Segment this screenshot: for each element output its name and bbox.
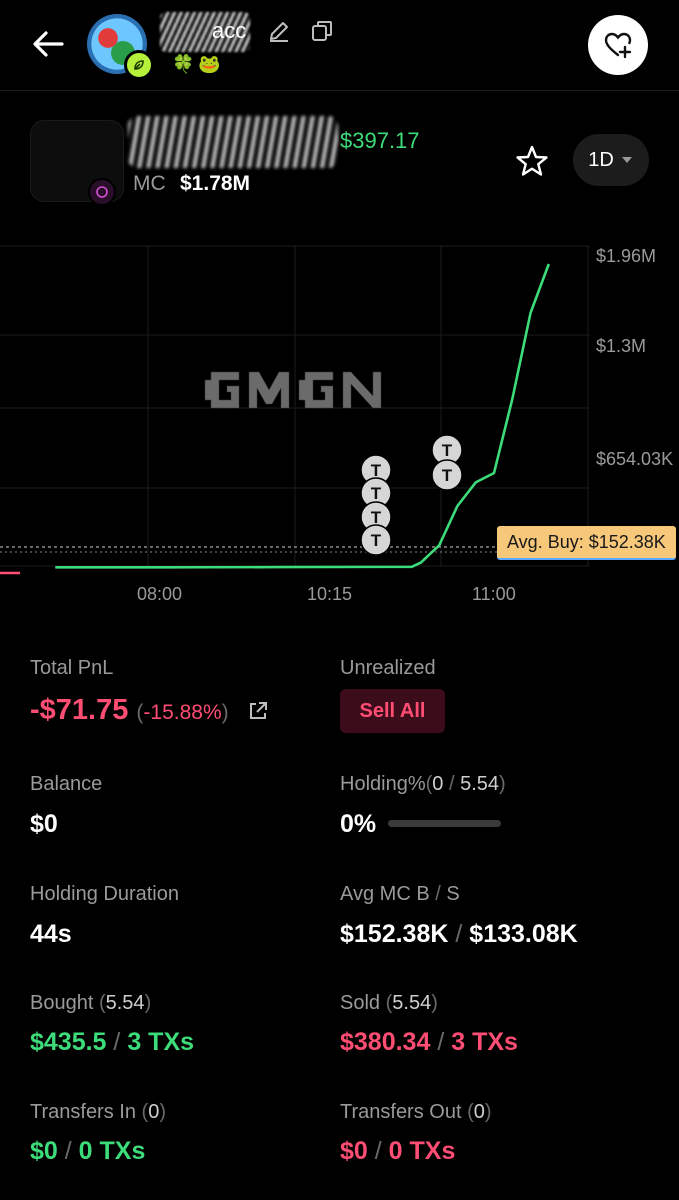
balance-value: $0 bbox=[30, 810, 58, 838]
sold-values: $380.34 / 3 TXs bbox=[340, 1028, 518, 1056]
edit-button[interactable] bbox=[266, 18, 292, 44]
transfers-out-values: $0 / 0 TXs bbox=[340, 1137, 456, 1165]
trade-marker[interactable]: T bbox=[360, 524, 392, 556]
transfers-in-value: $0 bbox=[30, 1137, 58, 1165]
token-price: $397.17 bbox=[340, 128, 420, 153]
copy-icon bbox=[312, 21, 332, 41]
pencil-icon bbox=[270, 22, 288, 42]
bought-value: $435.5 bbox=[30, 1028, 107, 1056]
transfers-in-label: Transfers In (0) bbox=[30, 1101, 166, 1123]
trade-marker-label: T bbox=[371, 461, 382, 480]
add-favorite-button[interactable] bbox=[588, 15, 648, 75]
y-tick-label: $1.3M bbox=[596, 336, 646, 356]
avg-mc-sell: $133.08K bbox=[469, 920, 578, 948]
timeframe-label: 1D bbox=[588, 148, 614, 171]
platform-badge-icon bbox=[88, 178, 116, 206]
total-pnl: -$71.75 (-15.88%) bbox=[30, 694, 229, 726]
star-icon bbox=[516, 145, 548, 176]
trade-marker[interactable]: T bbox=[431, 459, 463, 491]
x-tick-label: 10:15 bbox=[307, 584, 352, 604]
holding-duration-value: 44s bbox=[30, 920, 72, 948]
x-axis: 08:00 10:15 11:00 bbox=[137, 584, 516, 604]
sold-txs: 3 TXs bbox=[451, 1028, 518, 1056]
sell-all-button[interactable]: Sell All bbox=[340, 689, 445, 733]
bought-label: Bought (5.54) bbox=[30, 992, 152, 1014]
total-pnl-label: Total PnL bbox=[30, 657, 114, 679]
mc-label: MC bbox=[133, 172, 166, 195]
watchlist-button[interactable] bbox=[512, 141, 552, 181]
holding-pct-label: Holding%(0 / 5.54) bbox=[340, 773, 506, 795]
copy-button[interactable] bbox=[309, 18, 335, 44]
heart-plus-icon bbox=[604, 32, 632, 59]
trade-marker-label: T bbox=[442, 441, 453, 460]
trade-marker-label: T bbox=[371, 531, 382, 550]
avg-mc-label: Avg MC B / S bbox=[340, 883, 460, 905]
transfers-out-label: Transfers Out (0) bbox=[340, 1101, 492, 1123]
market-cap-line bbox=[55, 263, 551, 569]
trade-marker-label: T bbox=[442, 466, 453, 485]
back-button[interactable] bbox=[26, 22, 70, 66]
unrealized-label: Unrealized bbox=[340, 657, 436, 679]
sold-value: $380.34 bbox=[340, 1028, 431, 1056]
redacted-token-name bbox=[128, 116, 338, 168]
total-pnl-value: -$71.75 bbox=[30, 694, 129, 726]
x-tick-label: 08:00 bbox=[137, 584, 182, 604]
y-axis: $1.96M $1.3M $654.03K bbox=[596, 246, 673, 469]
timeframe-select[interactable]: 1D bbox=[573, 134, 649, 186]
avg-mc-buy: $152.38K bbox=[340, 920, 449, 948]
username-text: acc bbox=[212, 18, 247, 43]
avg-buy-badge: Avg. Buy: $152.38K bbox=[497, 526, 676, 560]
leaf-badge-icon bbox=[124, 50, 154, 80]
holding-progress-bar bbox=[388, 820, 501, 827]
avg-mc-values: $152.38K / $133.08K bbox=[340, 920, 578, 948]
bought-txs: 3 TXs bbox=[127, 1028, 195, 1056]
share-pnl-button[interactable] bbox=[247, 700, 269, 722]
sold-label: Sold (5.54) bbox=[340, 992, 438, 1014]
transfers-out-txs: 0 TXs bbox=[388, 1137, 456, 1165]
total-pnl-percent: -15.88% bbox=[143, 701, 222, 724]
transfers-out-value: $0 bbox=[340, 1137, 368, 1165]
balance-label: Balance bbox=[30, 773, 103, 795]
transfers-in-txs: 0 TXs bbox=[78, 1137, 146, 1165]
header-divider bbox=[0, 90, 679, 91]
external-link-icon bbox=[250, 702, 267, 719]
holding-pct-value: 0% bbox=[340, 810, 377, 838]
holding-duration-label: Holding Duration bbox=[30, 883, 179, 905]
caret-down-icon bbox=[621, 157, 632, 163]
arrow-left-icon bbox=[33, 31, 64, 57]
transfers-in-values: $0 / 0 TXs bbox=[30, 1137, 146, 1165]
trade-marker-label: T bbox=[371, 484, 382, 503]
y-tick-label: $1.96M bbox=[596, 246, 656, 266]
gmgn-watermark bbox=[204, 371, 382, 409]
bought-values: $435.5 / 3 TXs bbox=[30, 1028, 195, 1056]
y-tick-label: $654.03K bbox=[596, 449, 673, 469]
x-tick-label: 11:00 bbox=[472, 584, 516, 604]
trade-marker-label: T bbox=[371, 508, 382, 527]
mc-value: $1.78M bbox=[180, 172, 251, 195]
trade-markers: TTTTTT bbox=[360, 434, 463, 556]
chart-grid bbox=[0, 245, 590, 567]
profile-emojis: 🍀🐸 bbox=[172, 54, 225, 74]
